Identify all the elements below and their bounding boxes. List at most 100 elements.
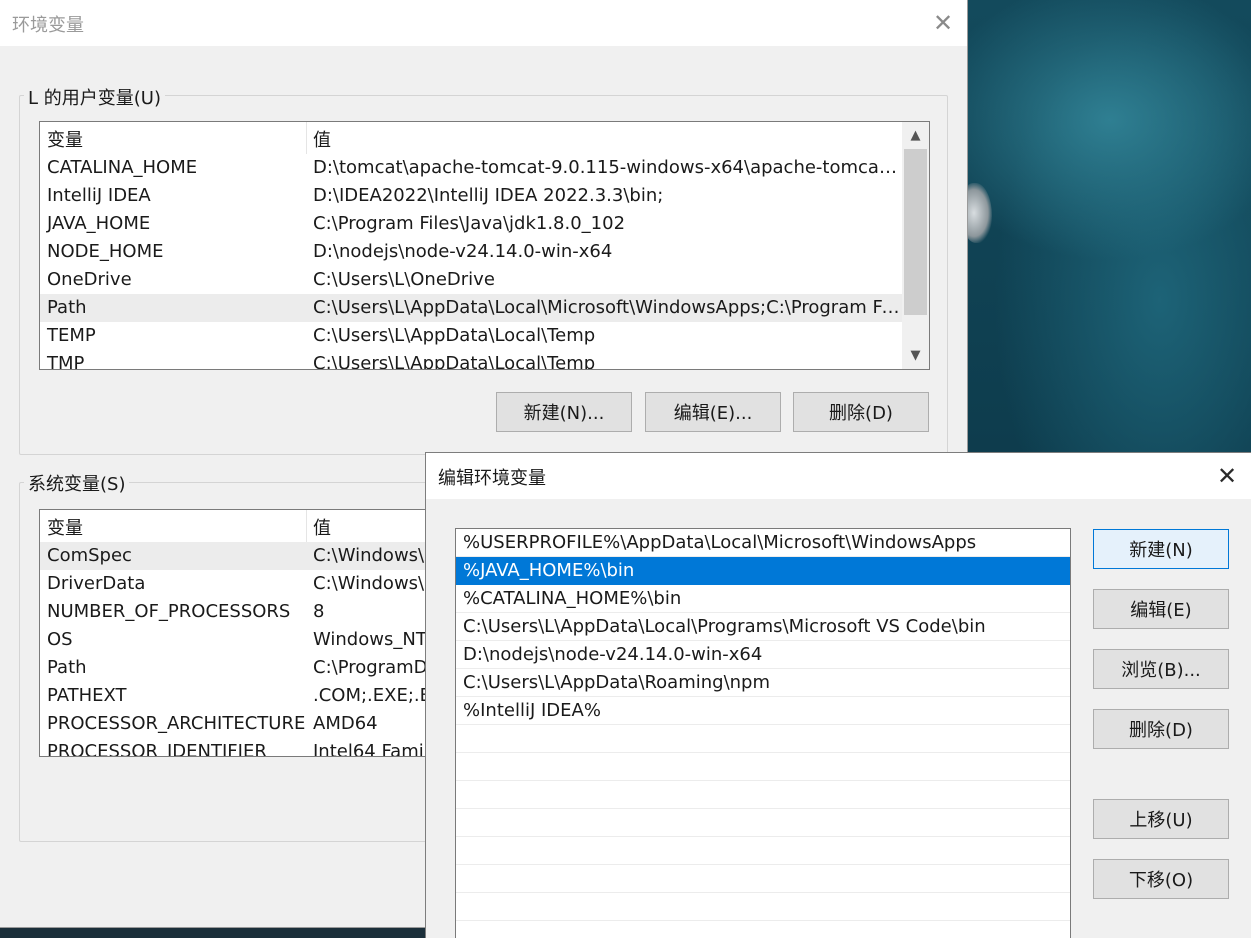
list-item-empty[interactable]: [456, 725, 1070, 753]
table-row[interactable]: DriverData C:\Windows\S: [40, 570, 439, 598]
list-item-empty[interactable]: [456, 753, 1070, 781]
main-window-title: 环境变量: [12, 15, 84, 36]
list-item-selected[interactable]: %JAVA_HOME%\bin: [456, 557, 1070, 585]
path-text: %IntelliJ IDEA%: [463, 700, 601, 721]
var-value: .COM;.EXE;.BA: [313, 685, 439, 706]
var-name: DriverData: [47, 573, 146, 594]
var-name: PATHEXT: [47, 685, 127, 706]
table-row-selected[interactable]: ComSpec C:\Windows\s: [40, 542, 439, 570]
scroll-up-button[interactable]: ▲: [902, 122, 929, 149]
list-item-empty[interactable]: [456, 893, 1070, 921]
path-text: %CATALINA_HOME%\bin: [463, 588, 682, 609]
var-name: Path: [47, 297, 87, 318]
var-name: JAVA_HOME: [47, 213, 151, 234]
list-item[interactable]: D:\nodejs\node-v24.14.0-win-x64: [456, 641, 1070, 669]
var-value: 8: [313, 601, 325, 622]
list-item[interactable]: %IntelliJ IDEA%: [456, 697, 1070, 725]
user-variables-label: L 的用户变量(U): [24, 84, 165, 110]
var-value: D:\nodejs\node-v24.14.0-win-x64: [313, 241, 613, 262]
move-down-button[interactable]: 下移(O): [1093, 859, 1229, 899]
taskbar-edge: [0, 928, 430, 938]
user-delete-button[interactable]: 删除(D): [793, 392, 929, 432]
table-row[interactable]: TMP C:\Users\L\AppData\Local\Temp: [40, 350, 929, 369]
table-row[interactable]: OneDrive C:\Users\L\OneDrive: [40, 266, 929, 294]
var-value: D:\tomcat\apache-tomcat-9.0.115-windows-…: [313, 157, 903, 178]
edit-browse-button[interactable]: 浏览(B)...: [1093, 649, 1229, 689]
path-text: %JAVA_HOME%\bin: [463, 560, 635, 581]
var-value: C:\Program Files\Java\jdk1.8.0_102: [313, 213, 626, 234]
edit-titlebar[interactable]: 编辑环境变量 ✕: [426, 453, 1251, 499]
var-value: AMD64: [313, 713, 378, 734]
table-row[interactable]: TEMP C:\Users\L\AppData\Local\Temp: [40, 322, 929, 350]
var-name: Path: [47, 657, 87, 678]
move-up-button[interactable]: 上移(U): [1093, 799, 1229, 839]
edit-new-button[interactable]: 新建(N): [1093, 529, 1229, 569]
var-name: TEMP: [47, 325, 96, 346]
table-row-selected[interactable]: Path C:\Users\L\AppData\Local\Microsoft\W…: [40, 294, 929, 322]
column-header-variable[interactable]: 变量: [47, 126, 83, 152]
user-variables-list[interactable]: 变量 值 CATALINA_HOME D:\tomcat\apache-tomca…: [39, 121, 930, 370]
user-new-button[interactable]: 新建(N)...: [496, 392, 632, 432]
list-item-empty[interactable]: [456, 837, 1070, 865]
list-item[interactable]: C:\Users\L\AppData\Roaming\npm: [456, 669, 1070, 697]
list-item[interactable]: %USERPROFILE%\AppData\Local\Microsoft\Wi…: [456, 529, 1070, 557]
column-separator[interactable]: [306, 510, 307, 542]
path-entries-list[interactable]: %USERPROFILE%\AppData\Local\Microsoft\Wi…: [455, 528, 1071, 938]
table-row[interactable]: NUMBER_OF_PROCESSORS 8: [40, 598, 439, 626]
var-value: Intel64 Famil: [313, 741, 429, 757]
edit-edit-button[interactable]: 编辑(E): [1093, 589, 1229, 629]
var-value: C:\Users\L\OneDrive: [313, 269, 495, 290]
path-text: C:\Users\L\AppData\Local\Programs\Micros…: [463, 616, 986, 637]
close-icon: ✕: [932, 9, 954, 37]
table-row[interactable]: JAVA_HOME C:\Program Files\Java\jdk1.8.0_…: [40, 210, 929, 238]
table-row[interactable]: PROCESSOR_ARCHITECTURE AMD64: [40, 710, 439, 738]
var-value: C:\Users\L\AppData\Local\Temp: [313, 325, 596, 346]
edit-environment-variable-dialog: 编辑环境变量 ✕ %USERPROFILE%\AppData\Local\Mic…: [425, 452, 1251, 938]
var-value: D:\IDEA2022\IntelliJ IDEA 2022.3.3\bin;: [313, 185, 664, 206]
list-item-empty[interactable]: [456, 865, 1070, 893]
var-name: ComSpec: [47, 545, 132, 566]
column-header-variable[interactable]: 变量: [47, 514, 83, 540]
var-name: OS: [47, 629, 73, 650]
list-item[interactable]: C:\Users\L\AppData\Local\Programs\Micros…: [456, 613, 1070, 641]
var-value: C:\Users\L\AppData\Local\Microsoft\Windo…: [313, 297, 903, 318]
path-text: C:\Users\L\AppData\Roaming\npm: [463, 672, 771, 693]
var-name: OneDrive: [47, 269, 132, 290]
var-value: C:\ProgramD: [313, 657, 428, 678]
main-titlebar[interactable]: 环境变量 ✕: [0, 0, 967, 46]
var-value: Windows_NT: [313, 629, 427, 650]
column-separator[interactable]: [306, 122, 307, 154]
scroll-down-button[interactable]: ▼: [902, 342, 929, 369]
edit-delete-button[interactable]: 删除(D): [1093, 709, 1229, 749]
list-item-empty[interactable]: [456, 781, 1070, 809]
user-edit-button[interactable]: 编辑(E)...: [645, 392, 781, 432]
edit-close-button[interactable]: ✕: [1204, 453, 1250, 499]
var-name: IntelliJ IDEA: [47, 185, 151, 206]
table-row[interactable]: CATALINA_HOME D:\tomcat\apache-tomcat-9.0…: [40, 154, 929, 182]
system-variables-label: 系统变量(S): [24, 470, 130, 496]
close-icon: ✕: [1216, 462, 1238, 490]
system-variables-list[interactable]: 变量 值 ComSpec C:\Windows\s DriverData C:\Wi…: [39, 509, 439, 757]
path-text: %USERPROFILE%\AppData\Local\Microsoft\Wi…: [463, 532, 977, 553]
system-list-rows: ComSpec C:\Windows\s DriverData C:\Windows…: [40, 542, 439, 757]
var-name: CATALINA_HOME: [47, 157, 198, 178]
chevron-down-icon: ▼: [910, 348, 921, 363]
column-header-value[interactable]: 值: [313, 514, 331, 540]
scroll-thumb[interactable]: [904, 149, 927, 315]
list-item-empty[interactable]: [456, 809, 1070, 837]
var-name: PROCESSOR_IDENTIFIER: [47, 741, 267, 757]
user-list-scrollbar[interactable]: ▲ ▼: [902, 122, 929, 369]
list-item[interactable]: %CATALINA_HOME%\bin: [456, 585, 1070, 613]
user-list-header: 变量 值: [40, 122, 929, 154]
var-name: NUMBER_OF_PROCESSORS: [47, 601, 291, 622]
table-row[interactable]: OS Windows_NT: [40, 626, 439, 654]
var-value: C:\Windows\s: [313, 545, 434, 566]
table-row[interactable]: NODE_HOME D:\nodejs\node-v24.14.0-win-x64: [40, 238, 929, 266]
column-header-value[interactable]: 值: [313, 126, 331, 152]
table-row[interactable]: Path C:\ProgramD: [40, 654, 439, 682]
table-row[interactable]: PROCESSOR_IDENTIFIER Intel64 Famil: [40, 738, 439, 757]
table-row[interactable]: IntelliJ IDEA D:\IDEA2022\IntelliJ IDEA 2…: [40, 182, 929, 210]
table-row[interactable]: PATHEXT .COM;.EXE;.BA: [40, 682, 439, 710]
main-close-button[interactable]: ✕: [920, 0, 966, 46]
system-list-header: 变量 值: [40, 510, 439, 542]
